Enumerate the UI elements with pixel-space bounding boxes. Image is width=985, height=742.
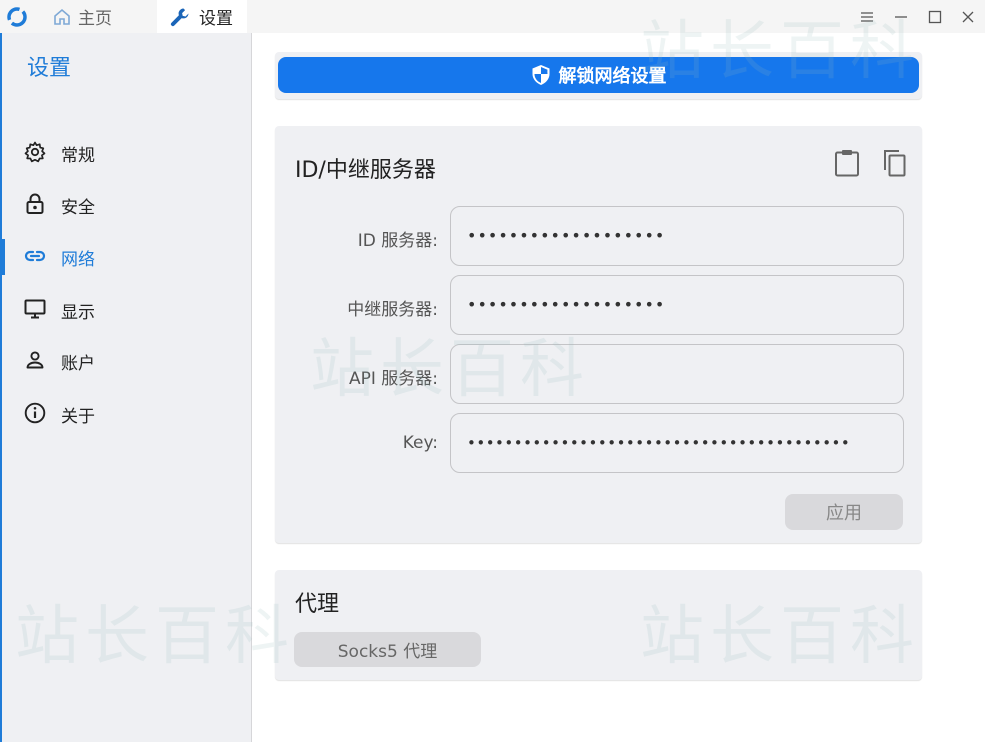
unlock-button-label: 解锁网络设置: [558, 66, 667, 87]
tab-home[interactable]: 主页: [52, 0, 152, 33]
sidebar-item-label: 账户: [61, 354, 95, 374]
id-relay-title: ID/中继服务器: [295, 158, 436, 183]
id-server-label: ID 服务器:: [357, 231, 438, 251]
proxy-title: 代理: [295, 592, 340, 617]
tab-home-label: 主页: [78, 9, 112, 29]
unlock-card: 解锁网络设置: [275, 52, 922, 99]
apply-button[interactable]: 应用: [785, 494, 903, 530]
unlock-network-settings-button[interactable]: 解锁网络设置: [278, 57, 919, 93]
id-server-input[interactable]: •••••••••••••••••••: [450, 206, 904, 266]
wrench-icon: [170, 8, 189, 26]
clipboard-paste-icon[interactable]: [833, 148, 861, 178]
sidebar-item-label: 常规: [61, 146, 95, 166]
proxy-card: 代理 Socks5 代理: [275, 570, 922, 680]
sidebar-item-account[interactable]: 账户: [2, 340, 252, 380]
api-server-input[interactable]: [450, 344, 904, 404]
api-server-label: API 服务器:: [348, 369, 438, 389]
sidebar-item-network[interactable]: 网络: [0, 236, 252, 276]
id-relay-server-card: ID/中继服务器 ID 服务器: ••••••••••••••••••• 中继服…: [275, 126, 922, 543]
sidebar-item-about[interactable]: 关于: [2, 393, 252, 433]
copy-icon[interactable]: [880, 148, 908, 178]
shield-icon: [532, 65, 549, 85]
sidebar-item-security[interactable]: 安全: [2, 184, 252, 224]
sidebar-item-general[interactable]: 常规: [2, 132, 252, 172]
menu-icon[interactable]: [856, 6, 878, 28]
key-label: Key:: [402, 433, 438, 453]
sidebar-title: 设置: [27, 56, 72, 81]
lock-icon: [26, 193, 44, 214]
info-icon: [24, 402, 46, 424]
sidebar-item-label: 显示: [61, 303, 95, 323]
sidebar-item-label: 安全: [61, 198, 95, 218]
sidebar: 设置 常规 安全 网络 显示 账户 关于: [0, 33, 252, 742]
tab-settings-label: 设置: [199, 9, 233, 29]
relay-server-input[interactable]: •••••••••••••••••••: [450, 275, 904, 335]
sidebar-item-label: 关于: [61, 407, 95, 427]
key-input[interactable]: ••••••••••••••••••••••••••••••••••••••••…: [450, 413, 904, 473]
app-logo: [7, 7, 27, 27]
tab-settings[interactable]: 设置: [157, 0, 247, 33]
person-icon: [26, 351, 44, 369]
maximize-icon[interactable]: [924, 6, 946, 28]
gear-icon: [24, 141, 46, 163]
socks5-proxy-button[interactable]: Socks5 代理: [294, 632, 481, 667]
close-icon[interactable]: [957, 6, 979, 28]
monitor-icon: [24, 299, 46, 319]
home-icon: [54, 8, 70, 25]
title-bar: 主页 设置: [0, 0, 985, 33]
link-icon: [24, 250, 46, 262]
minimize-icon[interactable]: [890, 6, 912, 28]
sidebar-item-display[interactable]: 显示: [2, 289, 252, 329]
relay-server-label: 中继服务器:: [347, 300, 438, 320]
sidebar-item-label: 网络: [61, 250, 95, 270]
